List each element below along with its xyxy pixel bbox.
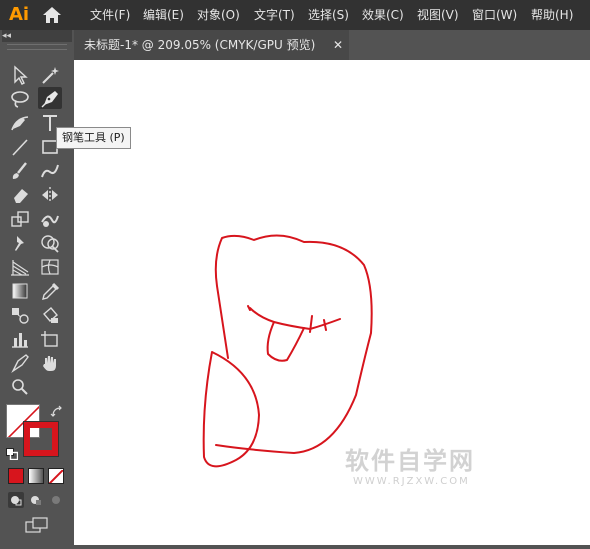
collapse-panel-button[interactable]: ◂◂ [2,30,72,42]
menu-object[interactable]: 对象(O) [197,0,240,30]
lasso-tool-icon[interactable] [8,88,32,110]
graph-tool-icon[interactable] [8,328,32,350]
home-icon[interactable] [41,5,63,25]
gradient-tool-icon[interactable] [8,280,32,302]
scale-tool-icon[interactable] [8,208,32,230]
zoom-tool-icon[interactable] [8,376,32,398]
artboard-canvas[interactable] [74,60,590,545]
menu-bar: Ai 文件(F) 编辑(E) 对象(O) 文字(T) 选择(S) 效果(C) 视… [0,0,590,30]
draw-behind-icon[interactable] [28,492,44,508]
menu-file[interactable]: 文件(F) [90,0,130,30]
menu-type[interactable]: 文字(T) [254,0,295,30]
perspective-grid-tool-icon[interactable] [8,256,32,278]
line-segment-tool-icon[interactable] [8,136,32,158]
live-paint-bucket-icon[interactable] [38,304,62,326]
shape-builder-tool-icon[interactable] [38,232,62,254]
eraser-tool-icon[interactable] [8,184,32,206]
menu-view[interactable]: 视图(V) [417,0,459,30]
eyedropper-tool-icon[interactable] [38,280,62,302]
menu-help[interactable]: 帮助(H) [531,0,573,30]
swap-fill-stroke-icon[interactable] [50,404,64,418]
owl-eyebrows-path [249,307,341,330]
default-fill-stroke-icon[interactable] [6,445,19,461]
curvature-tool-icon[interactable] [8,112,32,134]
slice-tool-icon[interactable] [8,352,32,374]
gradient-button[interactable] [28,468,44,484]
watermark-sub: WWW.RJZXW.COM [353,476,470,487]
reflect-tool-icon[interactable] [38,184,62,206]
blend-tool-icon[interactable] [8,304,32,326]
close-icon[interactable]: ✕ [330,30,346,60]
document-tab-title: 未标题-1* @ 209.05% (CMYK/GPU 预览) [84,38,316,52]
menu-select[interactable]: 选择(S) [308,0,349,30]
watermark-main: 软件自学网 [345,447,475,475]
watermark: 软件自学网 WWW.RJZXW.COM [345,446,490,496]
none-button[interactable] [48,468,64,484]
stroke-swatch[interactable] [23,421,59,457]
pen-tool-tooltip: 钢笔工具 (P) [56,127,131,149]
color-button[interactable] [8,468,24,484]
document-tab-bar: 未标题-1* @ 209.05% (CMYK/GPU 预览) ✕ [74,30,590,60]
mesh-tool-icon[interactable] [38,256,62,278]
warp-tool-icon[interactable] [38,208,62,230]
hand-tool-icon[interactable] [38,352,62,374]
selection-tool-icon[interactable] [8,64,32,86]
tools-panel: ◂◂ [0,30,74,545]
document-tab[interactable]: 未标题-1* @ 209.05% (CMYK/GPU 预览) ✕ [74,30,349,60]
menu-effect[interactable]: 效果(C) [362,0,404,30]
draw-normal-icon[interactable] [8,492,24,508]
owl-drawing [202,234,373,468]
magic-wand-icon[interactable] [38,64,62,86]
screen-mode-icon[interactable] [24,516,50,534]
owl-body-path [214,234,373,454]
panel-grip[interactable] [7,44,67,50]
menu-window[interactable]: 窗口(W) [472,0,517,30]
menu-edit[interactable]: 编辑(E) [143,0,184,30]
shaper-tool-icon[interactable] [38,160,62,182]
artboard-tool-icon[interactable] [38,328,62,350]
puppet-warp-tool-icon[interactable] [8,232,32,254]
draw-inside-icon[interactable] [48,492,64,508]
paintbrush-tool-icon[interactable] [8,160,32,182]
pen-tool-icon[interactable] [38,87,62,109]
app-logo: Ai [8,4,30,25]
